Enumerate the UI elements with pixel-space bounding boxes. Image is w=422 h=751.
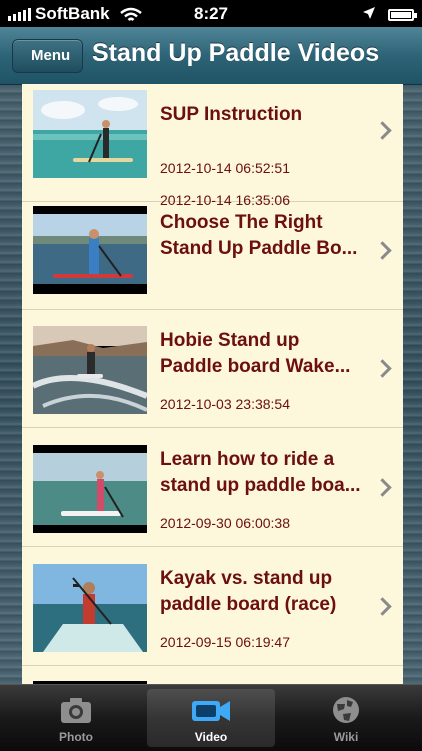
tab-wiki[interactable]: Wiki: [282, 689, 410, 747]
video-list-item[interactable]: Kayak vs. stand up paddle board (race) 2…: [22, 548, 403, 666]
video-title: Kayak vs. stand up paddle board (race): [160, 568, 337, 615]
status-time: 8:27: [193, 4, 229, 23]
video-title: Learn how to ride a stand up paddle boa.…: [160, 449, 361, 496]
video-list-item[interactable]: SUP Instruction 2012-10-14 06:52:51: [22, 84, 403, 202]
video-list: SUP Instruction 2012-10-14 06:52:51 Choo…: [22, 84, 403, 684]
video-date: 2012-10-03 23:38:54: [160, 396, 290, 412]
video-list-item[interactable]: [22, 667, 403, 684]
video-title: Hobie Stand up Paddle board Wake...: [160, 330, 351, 377]
chevron-right-icon: [373, 597, 392, 616]
video-date: 2012-09-15 06:19:47: [160, 634, 290, 650]
chevron-right-icon: [373, 478, 392, 497]
chevron-right-icon: [373, 121, 392, 140]
chevron-right-icon: [373, 241, 392, 260]
video-date: 2012-10-14 16:35:06: [160, 192, 290, 208]
tab-photo[interactable]: Photo: [12, 689, 140, 747]
chevron-right-icon: [373, 359, 392, 378]
tab-label: Photo: [59, 730, 93, 744]
video-list-item[interactable]: Hobie Stand up Paddle board Wake... 2012…: [22, 310, 403, 428]
video-thumbnail: [33, 445, 147, 533]
video-title: Choose The Right Stand Up Paddle Bo...: [160, 212, 358, 259]
video-thumbnail: [33, 90, 147, 178]
video-date: 2012-10-14 06:52:51: [160, 160, 290, 176]
tab-video[interactable]: Video: [147, 689, 275, 747]
location-arrow-icon: [362, 5, 376, 25]
camera-icon: [59, 695, 93, 730]
video-list-item[interactable]: Choose The Right Stand Up Paddle Bo... 2…: [22, 192, 403, 310]
video-camera-icon: [190, 695, 232, 730]
battery-icon: [388, 9, 417, 21]
video-date: 2012-09-30 06:00:38: [160, 515, 290, 531]
menu-back-button[interactable]: Menu: [12, 39, 84, 73]
video-title: SUP Instruction: [160, 104, 303, 125]
video-list-item[interactable]: Learn how to ride a stand up paddle boa.…: [22, 429, 403, 547]
navigation-bar: Menu Stand Up Paddle Videos: [0, 27, 422, 85]
tab-label: Video: [194, 730, 228, 744]
status-bar: SoftBank 8:27: [0, 0, 422, 27]
video-thumbnail: [33, 206, 147, 294]
video-thumbnail: [33, 326, 147, 414]
wiki-globe-icon: [331, 695, 361, 730]
video-thumbnail: [33, 564, 147, 652]
tab-bar: Photo Video Wiki: [0, 684, 422, 751]
tab-label: Wiki: [333, 730, 359, 744]
page-title: Stand Up Paddle Videos: [92, 39, 380, 67]
